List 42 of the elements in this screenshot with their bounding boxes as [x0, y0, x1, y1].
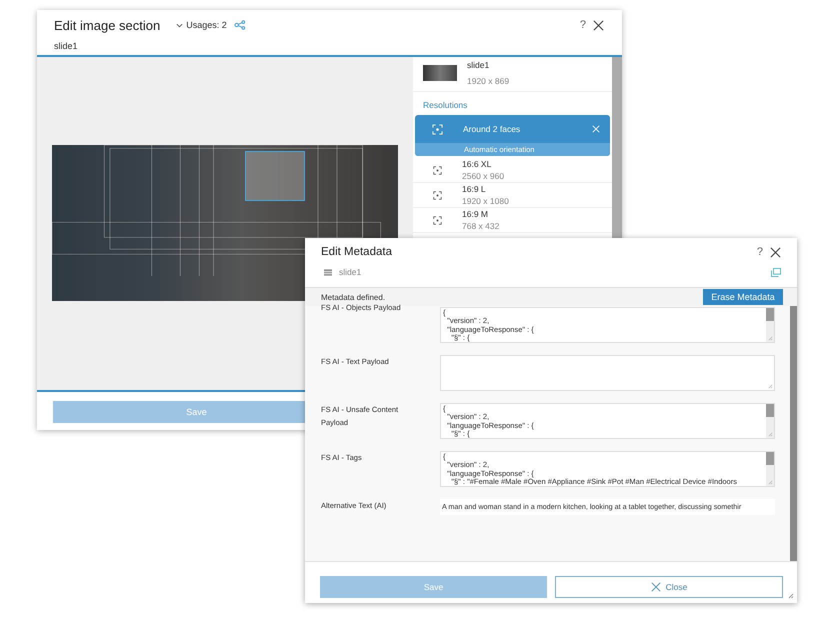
close-icon[interactable] — [770, 246, 781, 258]
resolution-size: 1920 x 1080 — [462, 196, 509, 206]
scrollbar[interactable] — [766, 452, 774, 486]
resolution-name: Around 2 faces — [463, 124, 522, 134]
focus-icon — [432, 124, 443, 134]
resolutions-heading: Resolutions — [422, 99, 468, 112]
resize-grip-icon[interactable] — [768, 336, 773, 341]
help-button[interactable]: ? — [756, 246, 763, 258]
focus-icon — [433, 216, 442, 224]
resize-grip-icon[interactable] — [788, 593, 794, 599]
table-icon — [324, 268, 332, 276]
item-name: slide1 — [339, 267, 362, 277]
close-icon — [650, 582, 661, 592]
chevron-down-icon — [176, 22, 184, 28]
resize-grip-icon[interactable] — [768, 384, 773, 389]
focus-icon — [433, 166, 442, 174]
image-size: 1920 x 869 — [467, 76, 510, 86]
scrollbar[interactable] — [766, 404, 774, 438]
dialog-title: Edit Metadata — [321, 246, 392, 258]
resolution-size: 768 x 432 — [462, 221, 500, 231]
scrollbar[interactable] — [790, 306, 797, 561]
face-frame[interactable] — [245, 151, 305, 201]
resolution-name: 16:6 XL — [462, 159, 492, 169]
dialog-title: Edit image section — [54, 18, 160, 32]
erase-metadata-button[interactable]: Erase Metadata — [703, 289, 783, 305]
resize-grip-icon[interactable] — [768, 432, 773, 437]
thumbnail-placeholder — [423, 65, 457, 81]
scrollbar[interactable] — [766, 308, 774, 342]
resize-grip-icon[interactable] — [768, 480, 773, 485]
share-icon[interactable] — [234, 20, 246, 30]
close-button[interactable]: Close — [555, 576, 783, 598]
usages-dropdown[interactable]: Usages: 2 — [176, 20, 227, 30]
help-button[interactable]: ? — [580, 19, 586, 31]
resolution-name: 16:9 L — [462, 184, 487, 194]
image-name: slide1 — [467, 60, 490, 70]
focus-icon — [433, 190, 442, 200]
resolution-size: 2560 x 960 — [462, 171, 504, 181]
section-name: slide1 — [54, 41, 79, 51]
close-icon[interactable] — [593, 20, 604, 30]
status-message: Metadata defined. — [321, 292, 386, 302]
resolution-name: 16:9 M — [462, 209, 489, 219]
text-area[interactable] — [440, 355, 775, 391]
